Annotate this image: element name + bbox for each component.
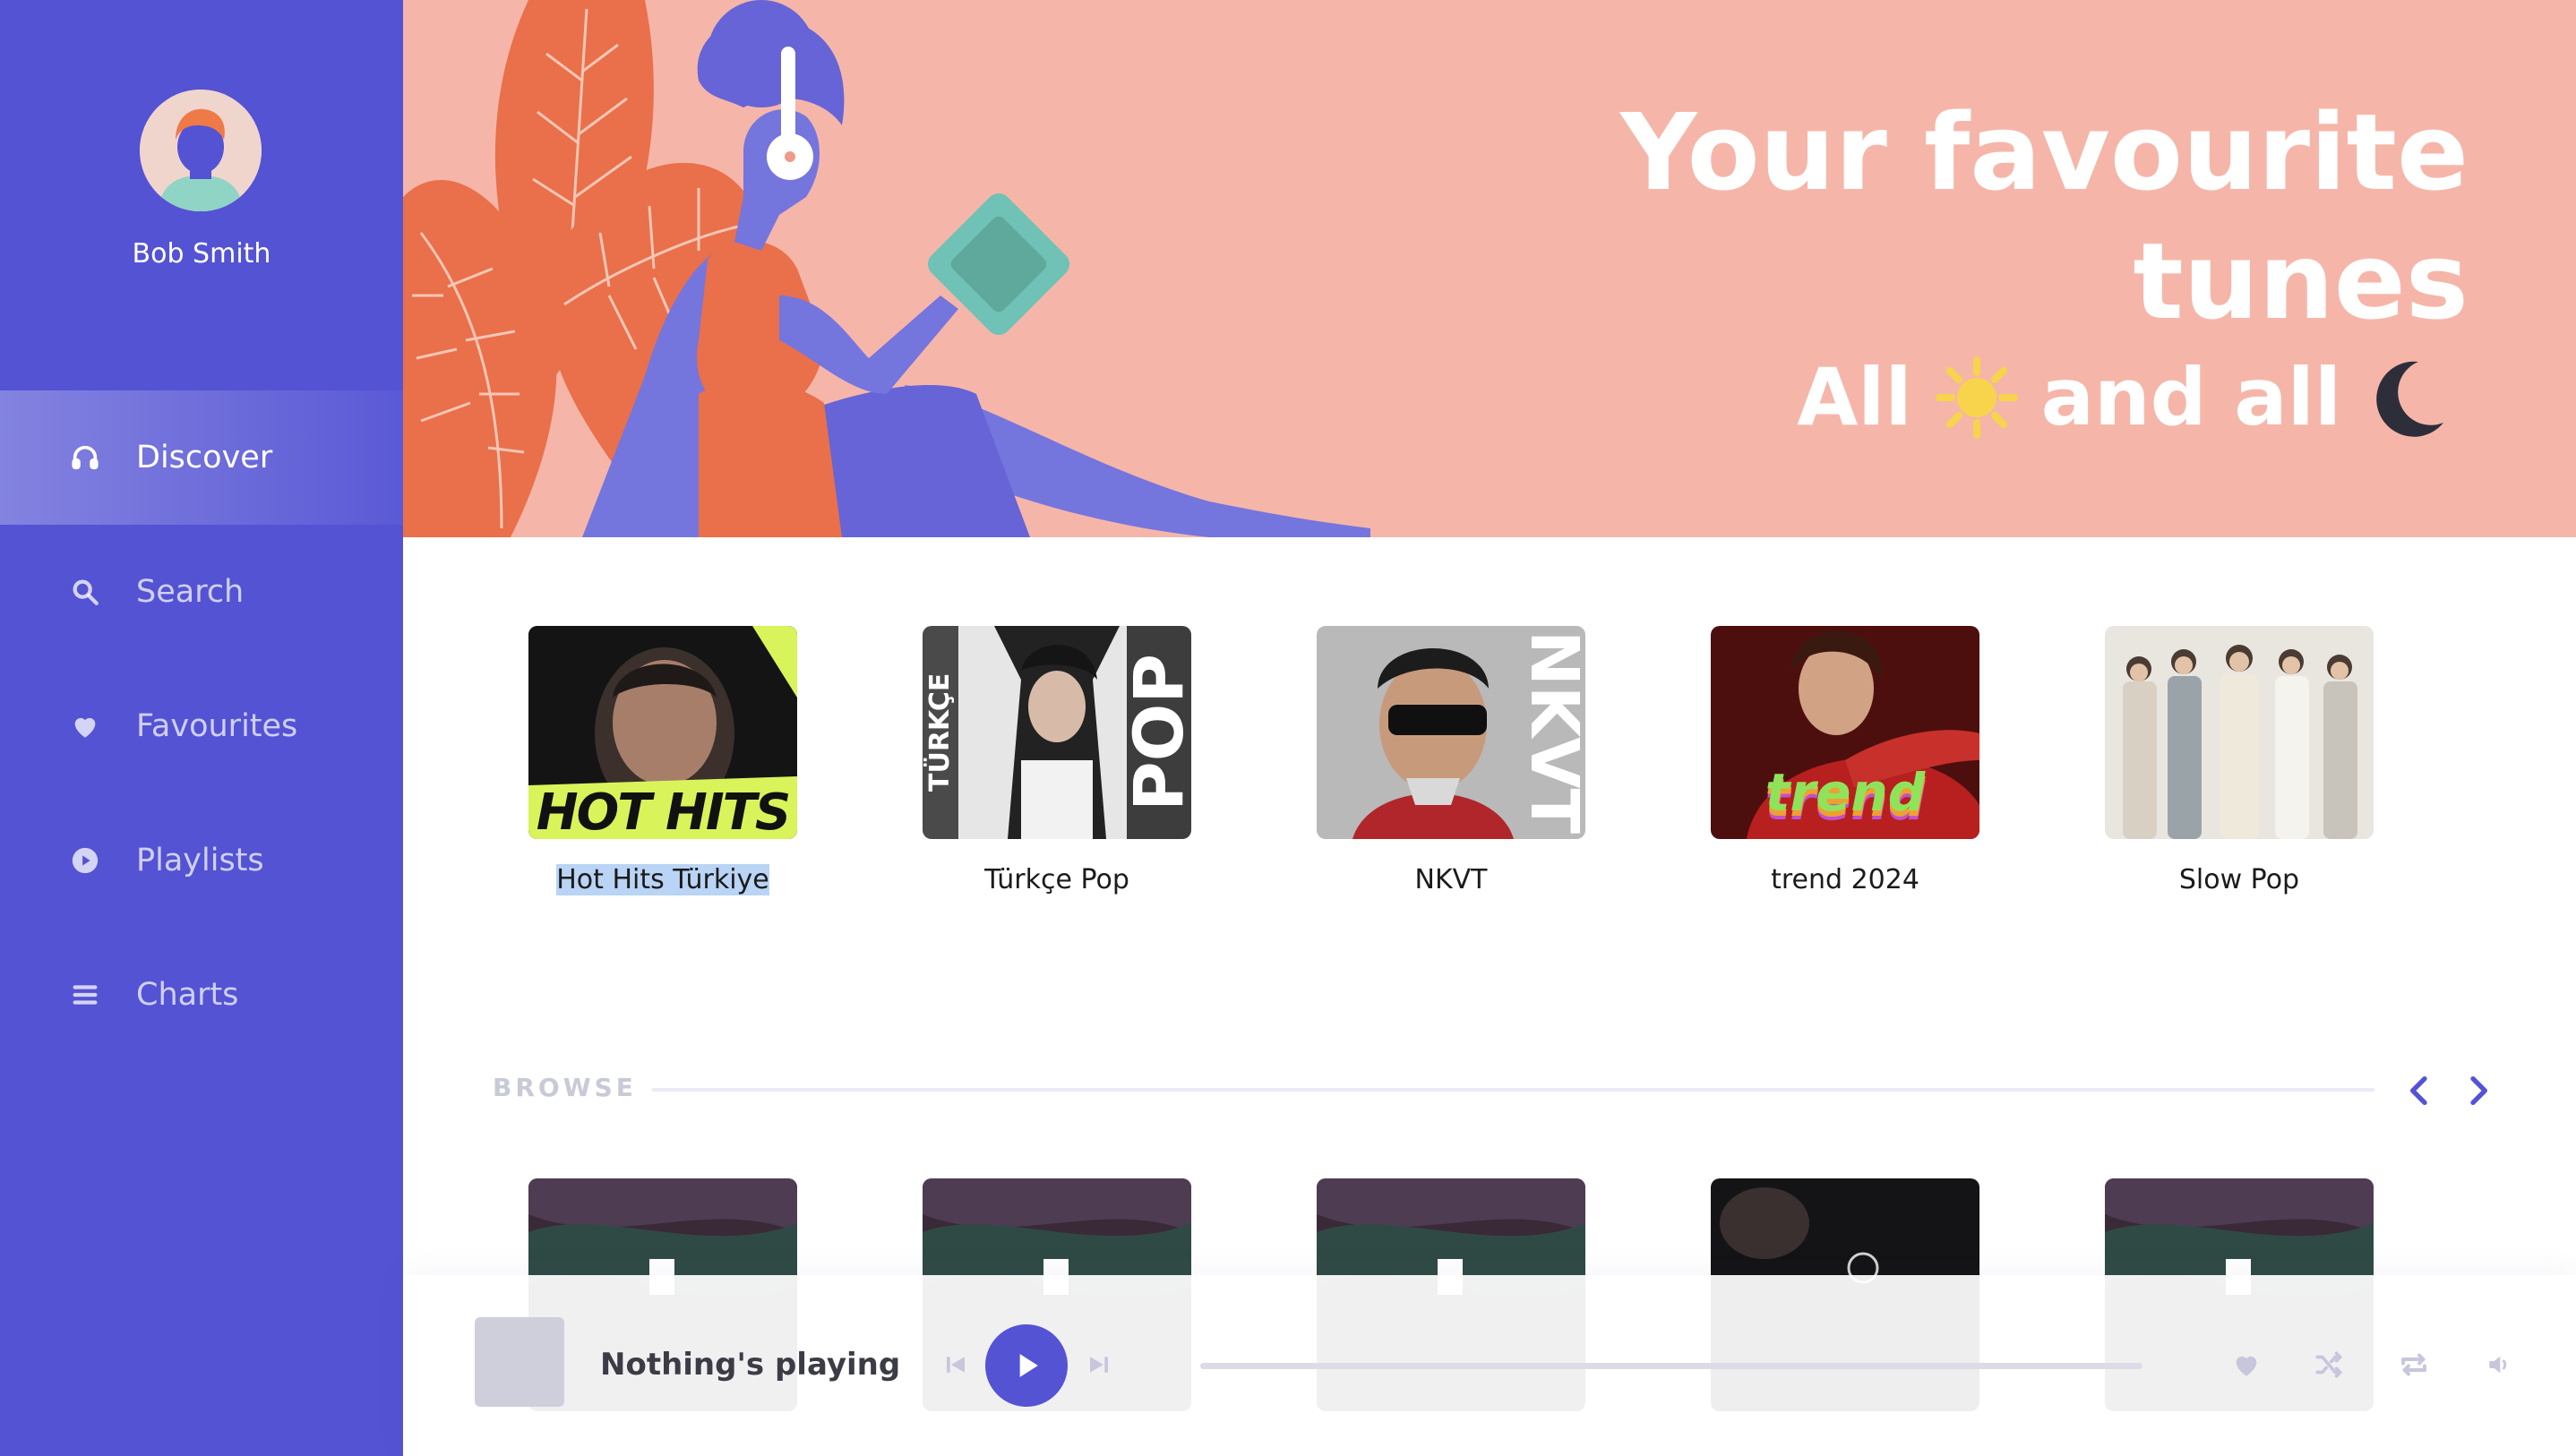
previous-track-button[interactable] xyxy=(940,1349,971,1380)
cover-text: trend xyxy=(1765,762,1926,823)
playlist-card-slow-pop[interactable]: Slow Pop xyxy=(2105,626,2374,895)
cover-art xyxy=(2105,626,2374,839)
player-bar: Nothing's playing xyxy=(403,1275,2576,1456)
playlist-cover[interactable]: HOT HITS xyxy=(528,626,797,839)
next-track-button[interactable] xyxy=(1084,1349,1114,1380)
playlist-title: NKVT xyxy=(1414,864,1488,895)
list-icon xyxy=(68,978,102,1012)
playlist-cover[interactable]: TÜRKÇE POP xyxy=(923,626,1191,839)
volume-button[interactable] xyxy=(2481,1347,2517,1383)
nav-label-favourites: Favourites xyxy=(136,708,298,744)
heart-icon xyxy=(2236,1356,2257,1376)
repeat-icon xyxy=(2401,1353,2426,1376)
playlist-title: trend 2024 xyxy=(1771,864,1919,895)
sun-icon xyxy=(1935,355,2018,439)
search-icon xyxy=(68,575,102,609)
nav-label-search: Search xyxy=(136,574,245,610)
user-avatar-illustration xyxy=(140,90,262,211)
browse-prev-button[interactable] xyxy=(2400,1071,2440,1110)
sidebar-nav: Discover Search Favourites Playlists Cha… xyxy=(0,390,403,1062)
user-name: Bob Smith xyxy=(132,238,271,270)
skip-previous-icon xyxy=(947,1357,965,1373)
browse-heading: BROWSE xyxy=(493,1073,637,1102)
moon-icon xyxy=(2376,361,2443,437)
now-playing-text: Nothing's playing xyxy=(600,1347,901,1383)
playlist-title: Slow Pop xyxy=(2178,864,2300,895)
hero-banner: Your favourite tunes All and all xyxy=(403,0,2576,537)
sidebar: Bob Smith Discover Search Favourites Pla… xyxy=(0,0,403,1456)
playlist-cover[interactable]: NKVT xyxy=(1317,626,1585,839)
favourite-button[interactable] xyxy=(2228,1347,2264,1383)
playlist-cover[interactable]: trend xyxy=(1711,626,1979,839)
heart-icon xyxy=(68,709,102,743)
shuffle-icon xyxy=(2315,1351,2342,1378)
nav-item-playlists[interactable]: Playlists xyxy=(0,793,403,928)
chevron-left-icon xyxy=(2410,1076,2427,1105)
hero-sub-and-all: and all xyxy=(2040,351,2341,443)
progress-bar[interactable] xyxy=(1200,1363,2142,1369)
play-circle-icon xyxy=(68,844,102,878)
nav-label-charts: Charts xyxy=(136,977,239,1013)
chevron-right-icon xyxy=(2470,1076,2487,1105)
playlist-card-nkvt[interactable]: NKVT NKVT xyxy=(1317,626,1585,895)
playlist-card-turkce-pop[interactable]: TÜRKÇE POP Türkçe Pop xyxy=(923,626,1191,895)
cover-text: HOT HITS xyxy=(536,784,791,839)
cover-text-right: POP xyxy=(1119,654,1191,812)
playlist-title: Hot Hits Türkiye xyxy=(556,864,769,895)
hero-title-line-1: Your favourite xyxy=(1620,90,2469,214)
shuffle-button[interactable] xyxy=(2311,1347,2347,1383)
hero-title-line-2: tunes xyxy=(2133,219,2469,343)
nav-item-search[interactable]: Search xyxy=(0,525,403,659)
browse-next-button[interactable] xyxy=(2458,1071,2497,1110)
browse-divider xyxy=(652,1088,2374,1092)
skip-next-icon xyxy=(1090,1357,1108,1373)
nav-item-discover[interactable]: Discover xyxy=(0,390,403,525)
play-icon xyxy=(1019,1354,1038,1377)
now-playing-artwork xyxy=(475,1317,564,1407)
cover-text-left: TÜRKÇE xyxy=(924,672,956,792)
hero-subtitle: All and all xyxy=(1797,351,2451,443)
nav-item-favourites[interactable]: Favourites xyxy=(0,659,403,793)
playlist-card-trend-2024[interactable]: trend trend 2024 xyxy=(1711,626,1979,895)
volume-icon xyxy=(2489,1356,2507,1374)
cover-text: NKVT xyxy=(1516,630,1585,835)
playlist-title: Türkçe Pop xyxy=(984,864,1129,895)
avatar[interactable] xyxy=(140,90,262,211)
repeat-button[interactable] xyxy=(2396,1347,2432,1383)
play-button[interactable] xyxy=(985,1324,1068,1407)
nav-label-playlists: Playlists xyxy=(136,843,264,878)
headphones-icon xyxy=(68,441,102,475)
playlist-card-hot-hits[interactable]: HOT HITS Hot Hits Türkiye xyxy=(528,626,797,895)
hero-sub-all: All xyxy=(1797,351,1912,443)
nav-item-charts[interactable]: Charts xyxy=(0,928,403,1062)
hero-illustration xyxy=(403,0,1370,537)
hero-title: Your favourite tunes xyxy=(1620,88,2469,346)
playlist-cover[interactable] xyxy=(2105,626,2374,839)
nav-label-discover: Discover xyxy=(136,440,273,475)
